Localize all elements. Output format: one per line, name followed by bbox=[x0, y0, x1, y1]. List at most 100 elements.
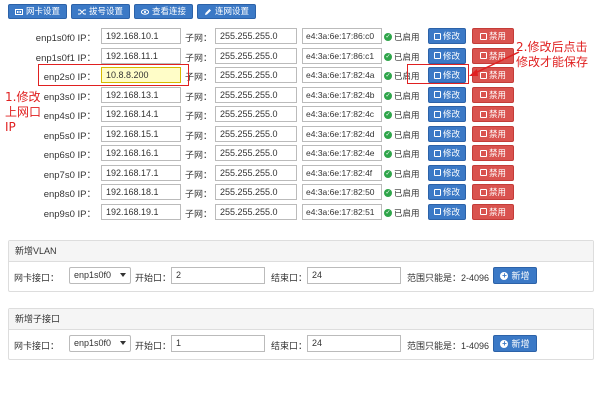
disable-button[interactable]: 禁用 bbox=[472, 145, 514, 161]
panel-body: 网卡接口： enp1s0f0 开始口： 1 结束口： 24 范围只能是：1-40… bbox=[9, 330, 593, 359]
view-connections-button[interactable]: 查看连接 bbox=[134, 4, 194, 19]
plus-icon: + bbox=[500, 338, 509, 348]
subnet-mask-input[interactable]: 255.255.255.0 bbox=[215, 28, 297, 44]
mac-address-field: e4:3a:6e:17:82:4a bbox=[302, 67, 382, 83]
check-circle-icon: ✓ bbox=[384, 91, 392, 100]
status-text: 已启用 bbox=[394, 188, 420, 198]
ip-input[interactable]: 192.168.19.1 bbox=[101, 203, 181, 220]
disable-button[interactable]: 禁用 bbox=[472, 184, 514, 200]
start-port-input[interactable]: 2 bbox=[171, 267, 265, 284]
subnet-mask-input[interactable]: 255.255.255.0 bbox=[215, 125, 297, 142]
iface-label: 网卡接口： bbox=[14, 341, 60, 351]
end-label: 结束口： bbox=[271, 341, 308, 351]
subnet-mask-input[interactable]: 255.255.255.0 bbox=[215, 47, 297, 64]
network-card-settings-button[interactable]: 网卡设置 bbox=[8, 4, 68, 19]
subnet-label: 子网： bbox=[185, 52, 213, 63]
disable-button[interactable]: 禁用 bbox=[472, 106, 514, 122]
status-badge: ✓ 已启用 bbox=[384, 109, 420, 121]
subnet-mask-input[interactable]: 255.255.255.0 bbox=[215, 86, 297, 103]
status-text: 已启用 bbox=[394, 32, 420, 42]
mac-address-field: e4:3a:6e:17:82:4f bbox=[302, 164, 382, 181]
network-settings-button[interactable]: 连网设置 bbox=[197, 4, 257, 19]
ip-input[interactable]: 192.168.17.1 bbox=[101, 164, 181, 181]
edit-label: 修改 bbox=[442, 167, 460, 178]
status-badge: ✓ 已启用 bbox=[384, 129, 420, 141]
edit-icon bbox=[433, 169, 441, 176]
end-port-input[interactable]: 24 bbox=[307, 335, 401, 352]
status-text: 已启用 bbox=[394, 51, 420, 62]
add-label: 新增 bbox=[511, 339, 530, 349]
dialup-settings-button[interactable]: 拔号设置 bbox=[71, 4, 131, 19]
check-circle-icon: ✓ bbox=[384, 33, 392, 41]
edit-button[interactable]: 修改 bbox=[428, 145, 466, 161]
toolbar-label: 查看连接 bbox=[152, 6, 187, 16]
edit-label: 修改 bbox=[442, 187, 460, 197]
chevron-down-icon bbox=[120, 273, 126, 277]
disable-button[interactable]: 禁用 bbox=[472, 164, 514, 181]
add-subinterface-button[interactable]: + 新增 bbox=[493, 335, 537, 352]
subnet-mask-input[interactable]: 255.255.255.0 bbox=[215, 67, 297, 83]
ip-input[interactable]: 192.168.15.1 bbox=[101, 125, 181, 142]
ip-input[interactable]: 192.168.11.1 bbox=[101, 47, 181, 64]
edit-button[interactable]: 修改 bbox=[428, 203, 466, 220]
check-circle-icon: ✓ bbox=[384, 150, 392, 158]
ip-highlight-box bbox=[38, 64, 189, 86]
iface-label: 网卡接口： bbox=[14, 273, 60, 283]
ip-input[interactable]: 192.168.14.1 bbox=[101, 106, 181, 122]
mac-address-field: e4:3a:6e:17:82:4d bbox=[302, 125, 382, 142]
add-vlan-button[interactable]: + 新增 bbox=[493, 267, 537, 284]
subnet-label: 子网： bbox=[185, 189, 213, 199]
disable-label: 禁用 bbox=[488, 206, 506, 217]
subnet-mask-input[interactable]: 255.255.255.0 bbox=[215, 164, 297, 181]
start-port-input[interactable]: 1 bbox=[171, 335, 265, 352]
edit-highlight-box bbox=[407, 64, 469, 84]
ip-input[interactable]: 192.168.18.1 bbox=[101, 184, 181, 200]
new-subinterface-panel: 新增子接口 网卡接口： enp1s0f0 开始口： 1 结束口： 24 范围只能… bbox=[8, 308, 594, 360]
iface-select[interactable]: enp1s0f0 bbox=[69, 267, 131, 284]
range-hint: 范围只能是：2-4096 bbox=[407, 273, 490, 283]
disable-label: 禁用 bbox=[488, 148, 506, 158]
disable-button[interactable]: 禁用 bbox=[472, 125, 514, 142]
edit-button[interactable]: 修改 bbox=[428, 86, 466, 103]
range-hint: 范围只能是：1-4096 bbox=[407, 341, 490, 351]
subnet-mask-input[interactable]: 255.255.255.0 bbox=[215, 145, 297, 161]
end-port-input[interactable]: 24 bbox=[307, 267, 401, 284]
mac-address-field: e4:3a:6e:17:82:4e bbox=[302, 145, 382, 161]
ip-input[interactable]: 192.168.16.1 bbox=[101, 145, 181, 161]
edit-button[interactable]: 修改 bbox=[428, 28, 466, 44]
status-text: 已启用 bbox=[394, 129, 420, 140]
interface-row: enp4s0 IP： 192.168.14.1 子网： 255.255.255.0 e4… bbox=[0, 105, 600, 125]
edit-button[interactable]: 修改 bbox=[428, 47, 466, 64]
edit-icon bbox=[433, 91, 441, 98]
edit-button[interactable]: 修改 bbox=[428, 184, 466, 200]
edit-button[interactable]: 修改 bbox=[428, 106, 466, 122]
subnet-label: 子网： bbox=[185, 169, 213, 180]
interface-row: enp3s0 IP： 192.168.13.1 子网： 255.255.255.0 e4… bbox=[0, 86, 600, 106]
add-label: 新增 bbox=[511, 271, 530, 281]
status-badge: ✓ 已启用 bbox=[384, 31, 420, 43]
subnet-mask-input[interactable]: 255.255.255.0 bbox=[215, 203, 297, 220]
edit-icon bbox=[433, 32, 441, 40]
status-badge: ✓ 已启用 bbox=[384, 207, 420, 219]
iface-select[interactable]: enp1s0f0 bbox=[69, 335, 131, 352]
disable-button[interactable]: 禁用 bbox=[472, 203, 514, 220]
edit-button[interactable]: 修改 bbox=[428, 164, 466, 181]
interface-label: enp9s0 IP： bbox=[43, 208, 96, 220]
disable-button[interactable]: 禁用 bbox=[472, 28, 514, 44]
interface-row: enp7s0 IP： 192.168.17.1 子网： 255.255.255.0 e4… bbox=[0, 164, 600, 184]
disable-button[interactable]: 禁用 bbox=[472, 86, 514, 103]
ip-input[interactable]: 192.168.10.1 bbox=[101, 28, 181, 44]
edit-label: 修改 bbox=[442, 89, 460, 100]
mac-address-field: e4:3a:6e:17:82:4c bbox=[302, 106, 382, 122]
stop-icon bbox=[479, 130, 487, 137]
interface-row: enp6s0 IP： 192.168.16.1 子网： 255.255.255.0 e4… bbox=[0, 144, 600, 164]
subnet-label: 子网： bbox=[185, 91, 213, 102]
subnet-mask-input[interactable]: 255.255.255.0 bbox=[215, 106, 297, 122]
pencil-icon bbox=[205, 8, 212, 15]
edit-button[interactable]: 修改 bbox=[428, 125, 466, 142]
network-card-icon bbox=[15, 8, 23, 15]
toolbar-label: 网卡设置 bbox=[26, 6, 61, 16]
status-badge: ✓ 已启用 bbox=[384, 51, 420, 63]
ip-input[interactable]: 192.168.13.1 bbox=[101, 86, 181, 103]
subnet-mask-input[interactable]: 255.255.255.0 bbox=[215, 184, 297, 200]
